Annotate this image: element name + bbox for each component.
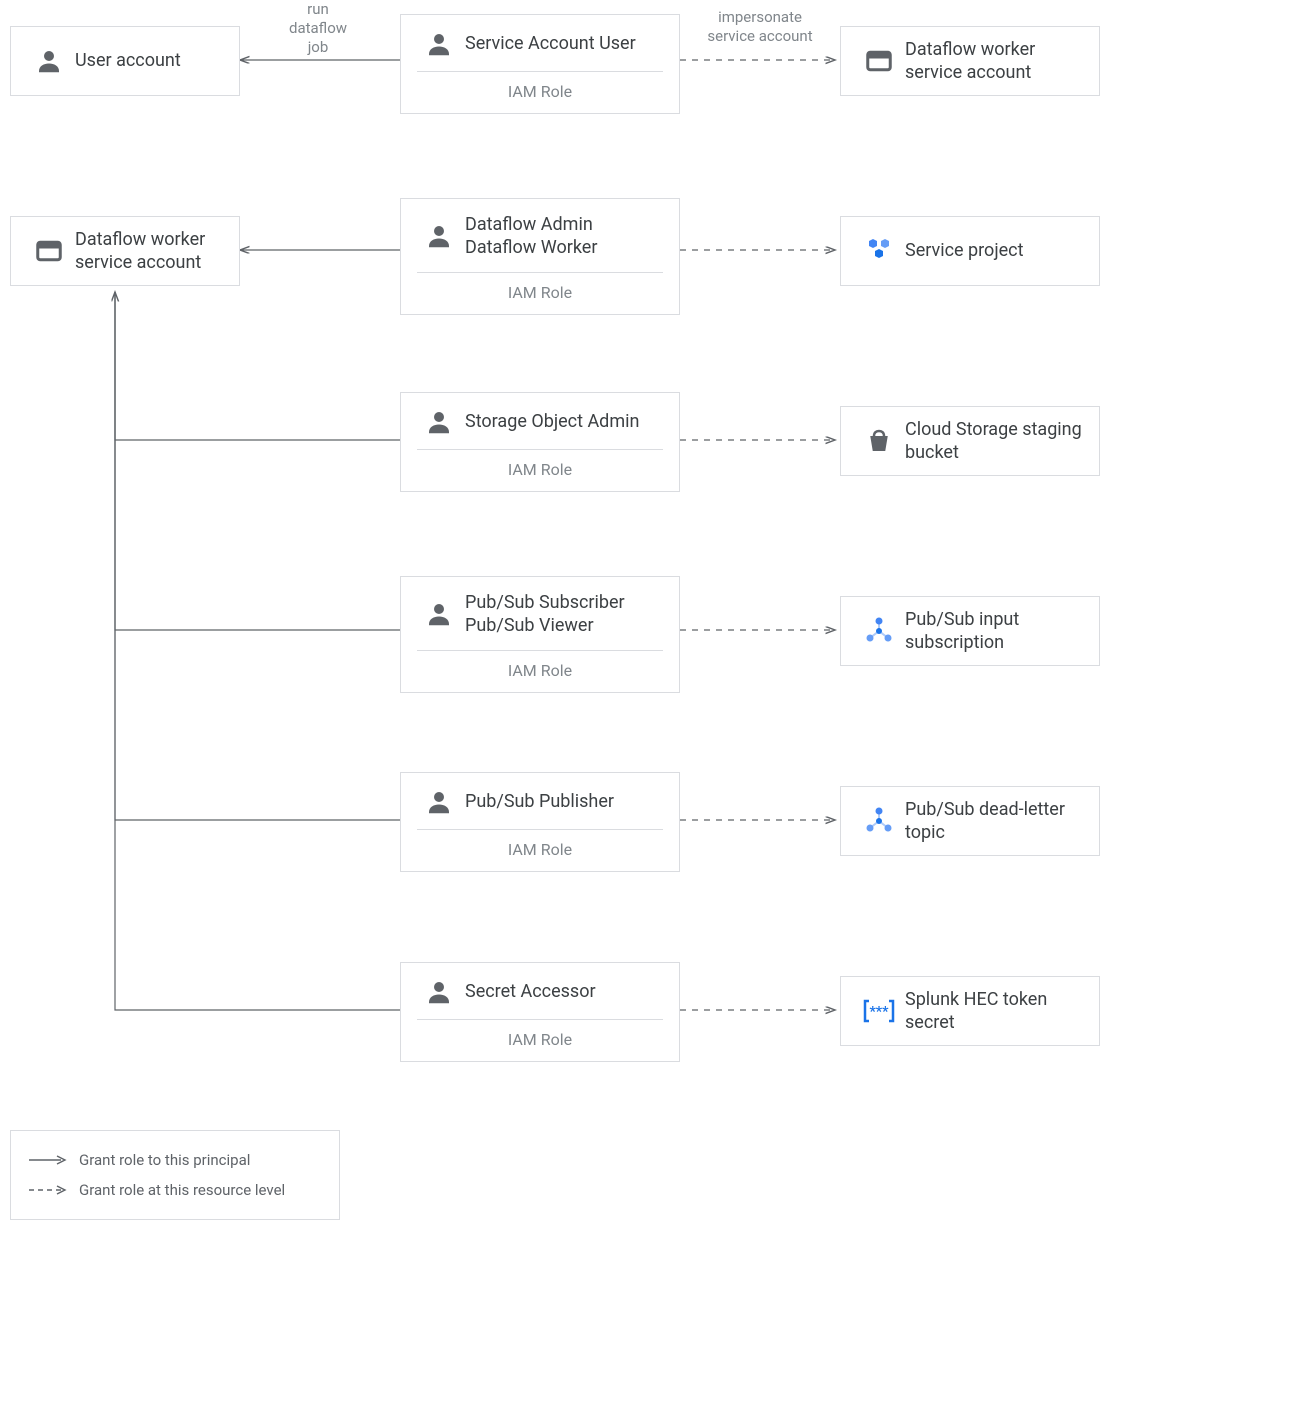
- node-pubsub-deadletter-topic: Pub/Sub dead-letter topic: [840, 786, 1100, 856]
- role-title: Storage Object Admin: [461, 410, 639, 433]
- role-pubsub-publisher: Pub/Sub Publisher IAM Role: [400, 772, 680, 872]
- role-subtitle: IAM Role: [417, 1020, 663, 1049]
- pubsub-icon: [857, 805, 901, 837]
- node-label: Pub/Sub dead-letter topic: [901, 798, 1083, 845]
- node-service-project: Service project: [840, 216, 1100, 286]
- role-title: Service Account User: [461, 32, 636, 55]
- edge-label-run-dataflow: run dataflow job: [248, 0, 388, 56]
- person-icon: [417, 977, 461, 1007]
- role-subtitle: IAM Role: [417, 651, 663, 680]
- secret-icon: ***: [857, 996, 901, 1026]
- role-secret-accessor: Secret Accessor IAM Role: [400, 962, 680, 1062]
- node-dataflow-worker-sa-top: Dataflow worker service account: [840, 26, 1100, 96]
- legend-text: Grant role to this principal: [69, 1151, 250, 1169]
- role-title: Pub/Sub Subscriber Pub/Sub Viewer: [461, 591, 625, 638]
- node-label: Splunk HEC token secret: [901, 988, 1083, 1035]
- pubsub-icon: [857, 615, 901, 647]
- iam-icon: [857, 46, 901, 76]
- edge-label-impersonate: impersonate service account: [690, 8, 830, 46]
- node-dataflow-worker-sa-left: Dataflow worker service account: [10, 216, 240, 286]
- role-subtitle: IAM Role: [417, 450, 663, 479]
- role-title: Pub/Sub Publisher: [461, 790, 614, 813]
- node-label: Cloud Storage staging bucket: [901, 418, 1083, 465]
- person-icon: [417, 787, 461, 817]
- person-icon: [417, 407, 461, 437]
- person-icon: [417, 221, 461, 251]
- role-dataflow-admin-worker: Dataflow Admin Dataflow Worker IAM Role: [400, 198, 680, 315]
- legend-text: Grant role at this resource level: [69, 1181, 285, 1199]
- role-storage-object-admin: Storage Object Admin IAM Role: [400, 392, 680, 492]
- svg-text:***: ***: [869, 1004, 889, 1020]
- legend-row-dashed: Grant role at this resource level: [27, 1175, 319, 1205]
- iam-icon: [27, 236, 71, 266]
- role-subtitle: IAM Role: [417, 72, 663, 101]
- dashed-arrow-icon: [27, 1183, 69, 1197]
- node-label: Service project: [901, 239, 1023, 262]
- legend: Grant role to this principal Grant role …: [10, 1130, 340, 1220]
- node-label: Pub/Sub input subscription: [901, 608, 1083, 655]
- node-label: Dataflow worker service account: [71, 228, 223, 275]
- role-title: Dataflow Admin Dataflow Worker: [461, 213, 597, 260]
- bucket-icon: [857, 426, 901, 456]
- node-cloud-storage-bucket: Cloud Storage staging bucket: [840, 406, 1100, 476]
- person-icon: [417, 29, 461, 59]
- node-label: User account: [71, 49, 181, 72]
- role-pubsub-subscriber-viewer: Pub/Sub Subscriber Pub/Sub Viewer IAM Ro…: [400, 576, 680, 693]
- node-splunk-hec-token-secret: *** Splunk HEC token secret: [840, 976, 1100, 1046]
- person-icon: [417, 599, 461, 629]
- node-pubsub-input-subscription: Pub/Sub input subscription: [840, 596, 1100, 666]
- node-label: Dataflow worker service account: [901, 38, 1083, 85]
- project-hexagon-icon: [857, 235, 901, 267]
- legend-row-solid: Grant role to this principal: [27, 1145, 319, 1175]
- node-user-account: User account: [10, 26, 240, 96]
- role-subtitle: IAM Role: [417, 830, 663, 859]
- role-service-account-user: Service Account User IAM Role: [400, 14, 680, 114]
- role-title: Secret Accessor: [461, 980, 596, 1003]
- role-subtitle: IAM Role: [417, 273, 663, 302]
- person-icon: [27, 46, 71, 76]
- solid-arrow-icon: [27, 1153, 69, 1167]
